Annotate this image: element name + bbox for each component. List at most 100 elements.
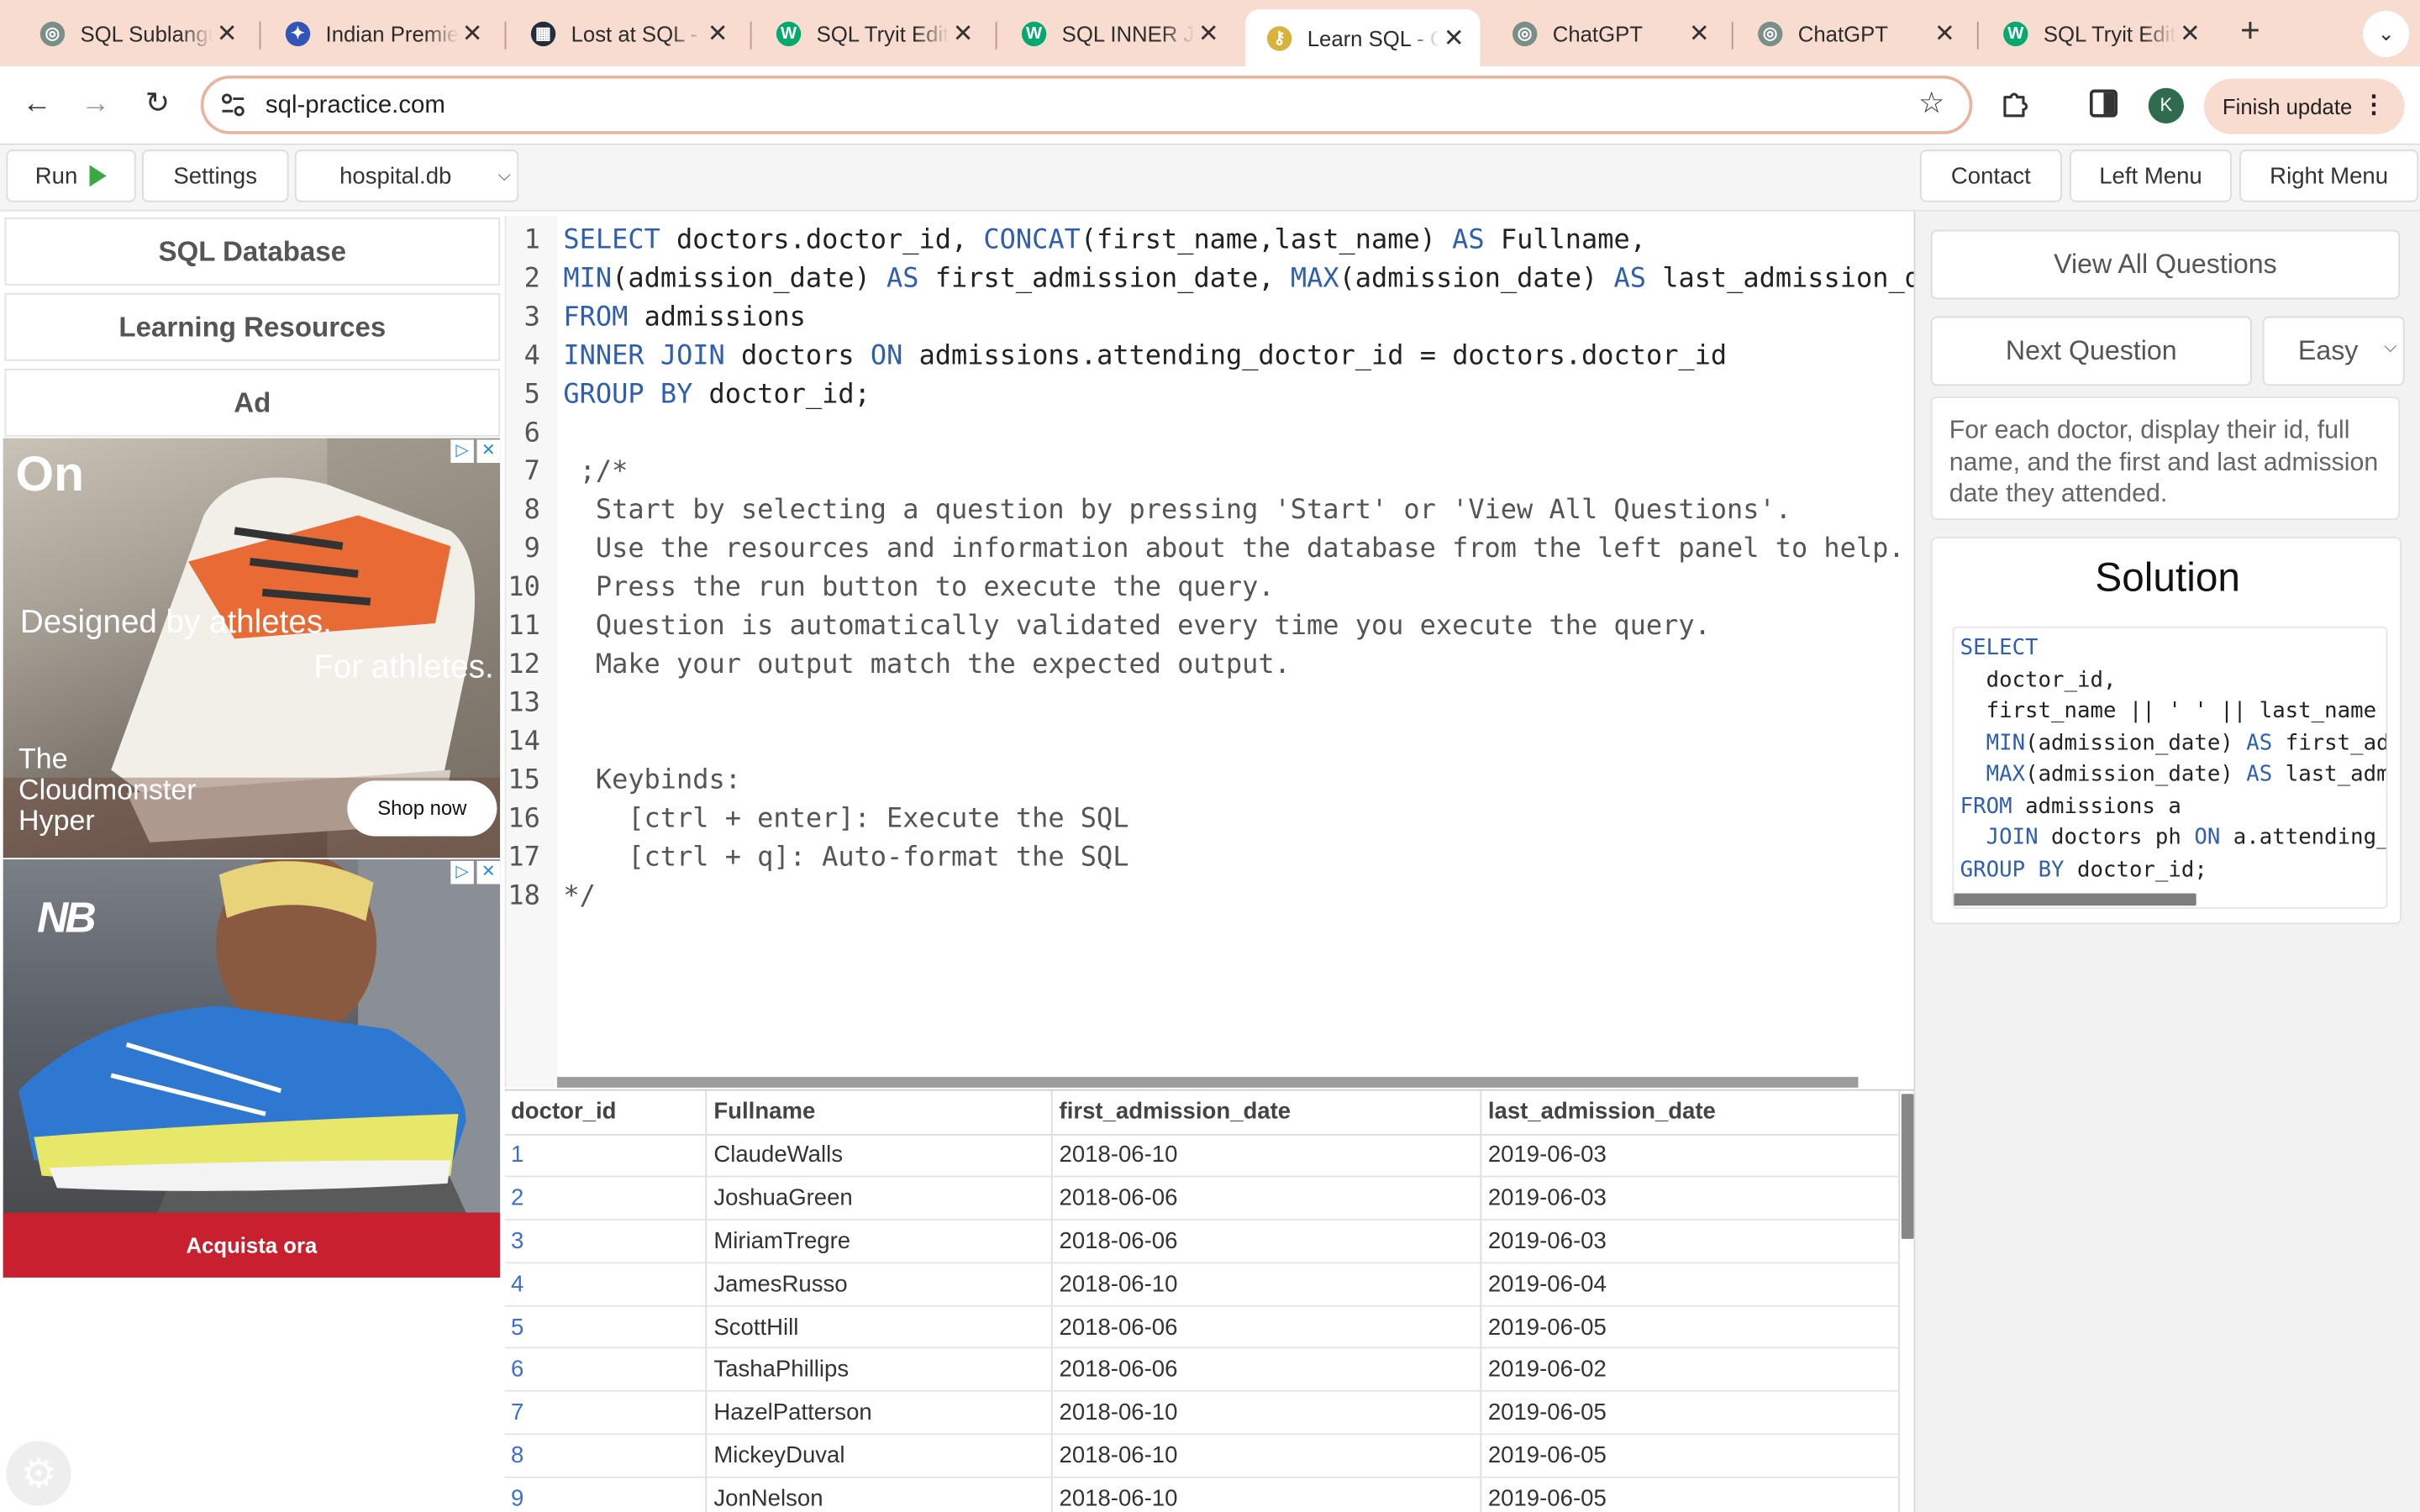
table-cell: 2 [504,1177,708,1221]
difficulty-select[interactable]: Easy ⌵ [2262,316,2405,386]
right-menu-button[interactable]: Right Menu [2239,150,2419,202]
browser-tab[interactable]: W SQL INNER JOIN✕ [1000,9,1234,57]
code-text: FROM admissions [563,302,806,333]
new-balance-logo: NB [37,893,97,942]
line-number: 3 [523,302,540,333]
new-tab-button[interactable]: + [2233,13,2267,51]
extensions-icon[interactable] [1999,87,2033,120]
results-table: doctor_id Fullname first_admission_date las… [504,1090,1901,1512]
ad-choices[interactable]: ▷ ✕ [450,439,501,464]
table-cell: JonNelson [707,1477,1054,1512]
address-bar[interactable]: sql-practice.com ☆ [200,76,1973,134]
code-line: 16 [ctrl + enter]: Execute the SQL [506,801,1915,839]
tab-close-icon[interactable]: ✕ [1440,23,1468,54]
table-cell: JamesRusso [707,1263,1054,1307]
code-line: 13 [506,685,1915,724]
browser-tab[interactable]: ◎ ChatGPT ✕ [1491,9,1725,57]
line-number: 12 [508,649,540,680]
sql-editor[interactable]: 1 SELECT doctors.doctor_id, CONCAT(first_… [504,216,1916,1088]
ad-banner-on-running[interactable]: On Designed by athletes. For athletes. T… [3,438,501,858]
settings-gear-icon[interactable]: ⚙ [6,1441,71,1506]
tab-close-icon[interactable]: ✕ [704,18,732,49]
browser-tab[interactable]: W SQL Tryit Editor✕ [755,9,989,57]
line-number: 8 [523,495,540,527]
table-cell: 5 [504,1305,708,1350]
ad-info-icon[interactable]: ▷ [450,860,474,885]
code-line: 6 [506,415,1915,454]
column-header[interactable]: first_admission_date [1052,1090,1482,1135]
next-question-button[interactable]: Next Question [1930,316,2252,386]
side-panel-icon[interactable] [2089,89,2118,118]
settings-button[interactable]: Settings [141,150,289,202]
shop-now-button[interactable]: Shop now [347,780,497,837]
table-row: 1 ClaudeWalls 2018-06-10 2019-06-03 [504,1134,1901,1178]
database-select[interactable]: hospital.db ⌵ [294,150,519,202]
line-number: 9 [523,533,540,565]
tab-search-icon[interactable]: ⌄ [2363,10,2410,57]
back-icon[interactable]: ← [17,85,57,125]
view-all-questions-button[interactable]: View All Questions [1930,229,2401,300]
tab-close-icon[interactable]: ✕ [1686,18,1713,49]
menu-dots-icon[interactable]: ⋮ [2361,79,2386,134]
acquista-ora-button[interactable]: Acquista ora [3,1212,501,1278]
table-cell: 2018-06-10 [1052,1477,1482,1512]
code-text: */ [563,880,596,912]
ad-close-icon[interactable]: ✕ [476,860,501,885]
tab-favicon-icon: ▦ [530,20,556,46]
code-line: 10 Press the run button to execute the q… [506,570,1915,608]
finish-update-button[interactable]: Finish update ⋮ [2203,78,2405,134]
tab-close-icon[interactable]: ✕ [1195,18,1223,49]
table-cell: 2019-06-05 [1481,1434,1901,1478]
line-number: 14 [508,727,540,758]
left-menu-button[interactable]: Left Menu [2070,150,2232,202]
code-text: Press the run button to execute the quer… [563,572,1275,604]
code-text: SELECT doctors.doctor_id, CONCAT(first_n… [563,225,1646,256]
learning-resources-button[interactable]: Learning Resources [4,292,501,361]
tab-label: SQL Sublanguage [80,20,213,46]
code-text: [ctrl + enter]: Execute the SQL [563,803,1129,835]
tab-favicon-icon: ◎ [1512,20,1538,46]
forward-icon[interactable]: → [76,85,116,125]
browser-tab[interactable]: ✦ Indian Premier League✕ [264,9,498,57]
site-settings-icon[interactable] [219,91,247,118]
sql-database-button[interactable]: SQL Database [4,217,501,286]
table-cell: 2018-06-10 [1052,1134,1482,1178]
bookmark-star-icon[interactable]: ☆ [1918,87,1944,122]
table-cell: 2018-06-10 [1052,1263,1482,1307]
ad-info-icon[interactable]: ▷ [450,439,474,464]
reload-icon[interactable]: ↻ [137,85,177,125]
column-header[interactable]: Fullname [707,1090,1054,1135]
tab-close-icon[interactable]: ✕ [950,18,977,49]
ad-close-icon[interactable]: ✕ [476,439,501,464]
tab-separator [504,21,507,50]
tab-close-icon[interactable]: ✕ [2176,18,2204,49]
browser-tab[interactable]: W SQL Tryit Editor✕ [1981,9,2216,57]
solution-horizontal-scrollbar[interactable] [1954,893,2196,906]
browser-tab[interactable]: ◎ SQL Sublanguage✕ [18,9,253,57]
contact-button[interactable]: Contact [1919,150,2062,202]
table-cell: 3 [504,1220,708,1264]
table-cell: 2018-06-10 [1052,1391,1482,1436]
tab-close-icon[interactable]: ✕ [459,18,487,49]
code-line: 4 INNER JOIN doctors ON admissions.attend… [506,338,1915,376]
code-text: Keybinds: [563,765,741,796]
code-text: [ctrl + q]: Auto-format the SQL [563,842,1129,874]
results-vertical-scrollbar[interactable] [1901,1094,1914,1239]
code-text: Make your output match the expected outp… [563,649,1291,680]
tab-favicon-icon: ◎ [1758,20,1783,46]
profile-avatar[interactable]: K [2148,87,2184,123]
editor-horizontal-scrollbar[interactable] [557,1077,1859,1088]
browser-tab[interactable]: ⚷ Learn SQL - Online✕ [1245,9,1481,66]
run-label: Run [34,162,78,189]
column-header[interactable]: last_admission_date [1481,1090,1901,1135]
browser-tab[interactable]: ▦ Lost at SQL - Game✕ [509,9,744,57]
ad-banner-new-balance[interactable]: NB Acquista ora ▷ ✕ [3,859,501,1278]
column-header[interactable]: doctor_id [504,1090,708,1135]
table-cell: 2019-06-03 [1481,1220,1901,1264]
browser-tab[interactable]: ◎ ChatGPT ✕ [1736,9,1970,57]
run-button[interactable]: Run [6,150,136,202]
tab-close-icon[interactable]: ✕ [213,18,240,49]
tab-close-icon[interactable]: ✕ [1931,18,1959,49]
ad-choices[interactable]: ▷ ✕ [450,860,501,885]
table-cell: 4 [504,1263,708,1307]
